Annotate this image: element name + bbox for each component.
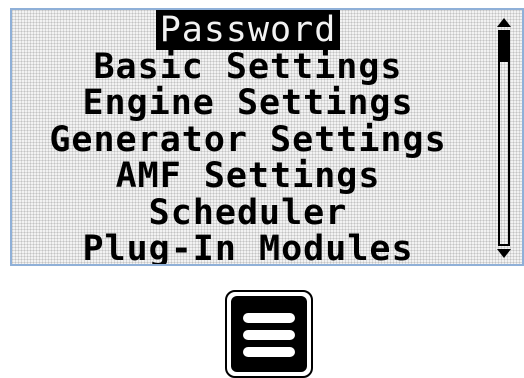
scroll-down-arrow-icon bbox=[497, 249, 511, 258]
hamburger-bar bbox=[243, 313, 295, 323]
menu-item-password[interactable]: Password bbox=[12, 10, 484, 50]
settings-menu-list: Password Basic Settings Engine Settings … bbox=[12, 10, 484, 266]
menu-item-label: Scheduler bbox=[148, 192, 348, 233]
menu-item-generator-settings[interactable]: Generator Settings bbox=[12, 119, 484, 160]
menu-item-scheduler[interactable]: Scheduler bbox=[12, 192, 484, 233]
menu-item-label: AMF Settings bbox=[115, 156, 381, 196]
hamburger-menu-icon bbox=[243, 313, 295, 357]
menu-item-label: Password bbox=[155, 10, 341, 50]
menu-item-amf-settings[interactable]: AMF Settings bbox=[12, 158, 484, 195]
menu-item-basic-settings[interactable]: Basic Settings bbox=[12, 46, 484, 87]
menu-item-label: Plug-In Modules bbox=[82, 229, 414, 266]
menu-button[interactable] bbox=[225, 290, 313, 378]
menu-item-label: Basic Settings bbox=[93, 46, 403, 87]
menu-button-face bbox=[231, 296, 307, 372]
hamburger-bar bbox=[243, 347, 295, 357]
lcd-screen: Password Basic Settings Engine Settings … bbox=[10, 8, 524, 266]
scroll-up-arrow-icon bbox=[497, 18, 511, 27]
menu-item-label: Engine Settings bbox=[82, 83, 414, 123]
scroll-thumb[interactable] bbox=[500, 32, 508, 62]
menu-item-label: Generator Settings bbox=[49, 119, 447, 160]
menu-item-engine-settings[interactable]: Engine Settings bbox=[12, 85, 484, 122]
scroll-track bbox=[498, 30, 510, 246]
hamburger-bar bbox=[243, 330, 295, 340]
menu-scrollbar[interactable] bbox=[495, 18, 513, 258]
menu-item-plug-in-modules[interactable]: Plug-In Modules bbox=[12, 229, 484, 266]
